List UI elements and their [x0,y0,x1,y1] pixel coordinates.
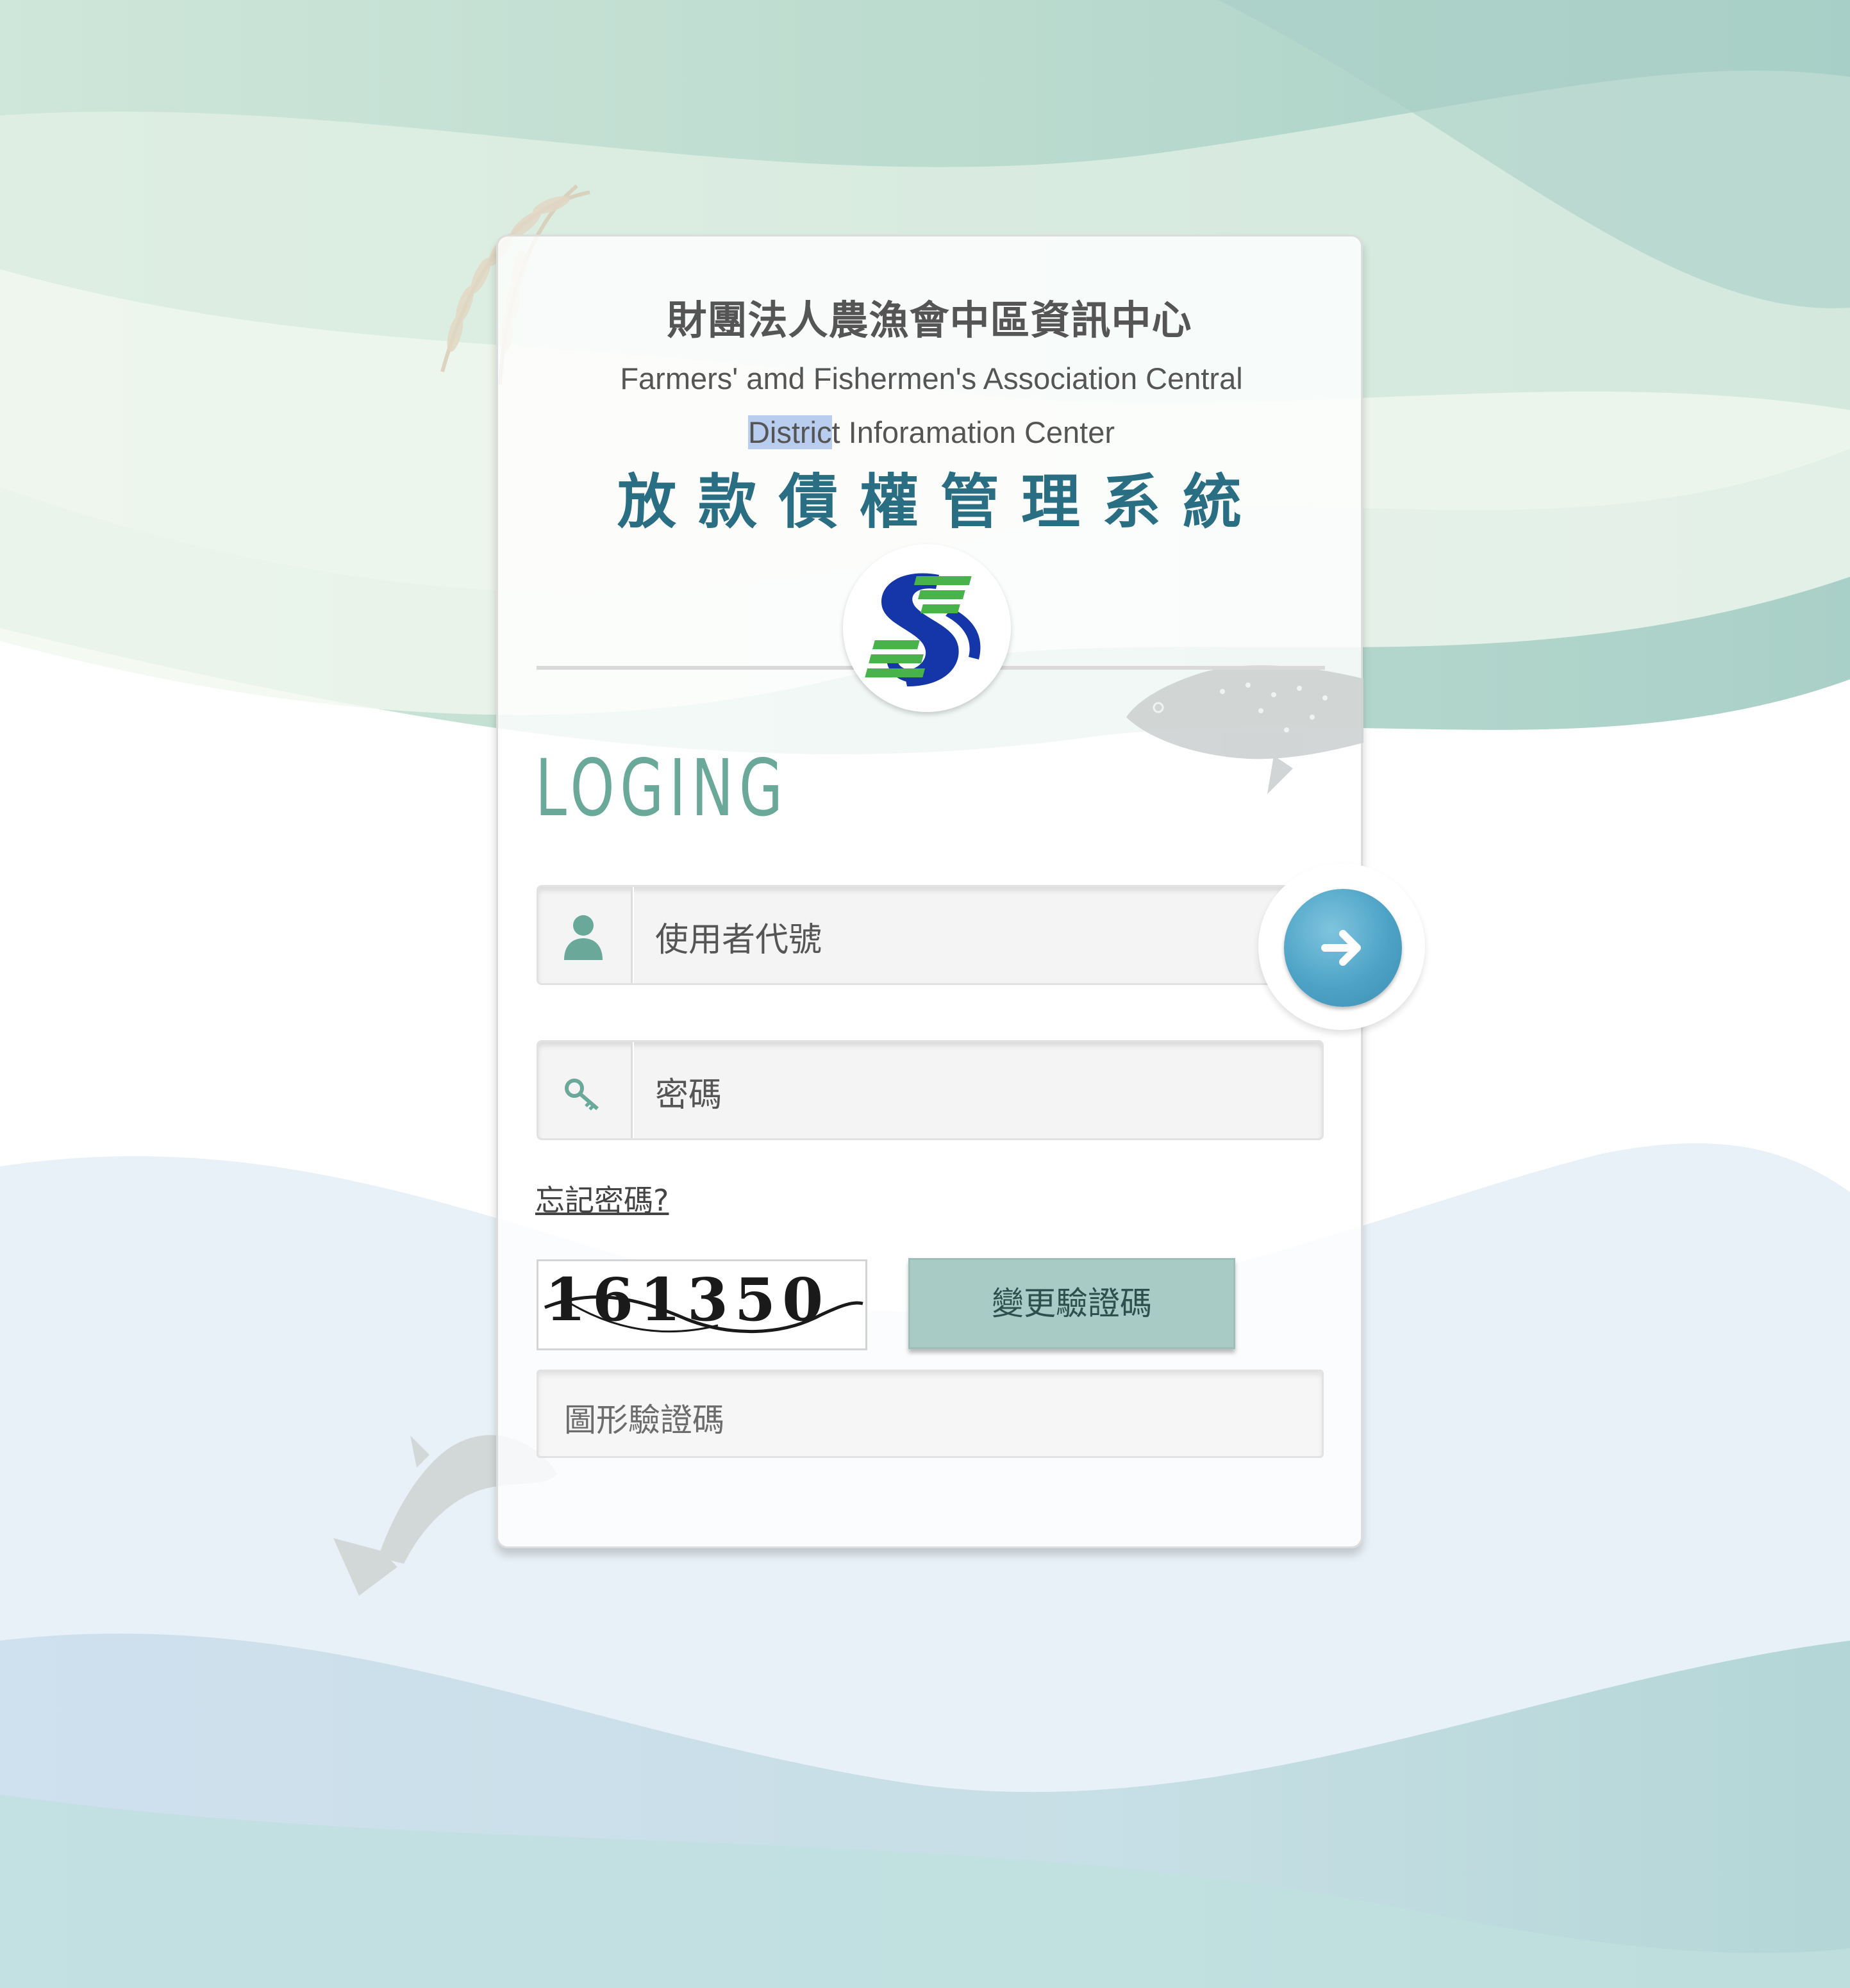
logo-icon [865,573,981,686]
captcha-image: 161350 [537,1259,867,1350]
association-logo [843,544,1011,712]
password-icon-box [538,1042,633,1138]
password-placeholder: 密碼 [655,1076,722,1114]
fish-decoration-right [1126,665,1363,794]
login-card: 財團法人農漁會中區資訊中心 Farmers' amd Fishermen's A… [496,235,1425,1548]
username-placeholder: 使用者代號 [655,921,822,959]
username-icon-box [538,887,633,983]
arrow-right-icon [1321,930,1361,966]
org-name-cn: 財團法人農漁會中區資訊中心 [667,297,1192,344]
captcha-noise [544,1295,863,1334]
org-name-en: Farmers' amd Fishermen's Association Cen… [575,352,1288,460]
org-name-en-line2: t Inforamation Center [831,415,1115,449]
captcha-placeholder: 圖形驗證碼 [564,1402,724,1439]
system-title: 放款債權管理系統 [617,468,1263,536]
username-field[interactable]: 使用者代號 [537,885,1324,985]
org-name-en-line1: Farmers' amd Fishermen's Association Cen… [620,361,1243,395]
submit-button[interactable] [1284,889,1402,1007]
user-icon [564,915,603,960]
key-icon [565,1079,599,1111]
org-name-en-selection: Distric [747,415,832,449]
change-captcha-button[interactable]: 變更驗證碼 [908,1258,1235,1349]
login-heading: LOGING [535,743,788,834]
captcha-input[interactable]: 圖形驗證碼 [537,1370,1324,1458]
password-field[interactable]: 密碼 [537,1040,1324,1140]
forgot-password-link[interactable]: 忘記密碼? [535,1177,669,1220]
